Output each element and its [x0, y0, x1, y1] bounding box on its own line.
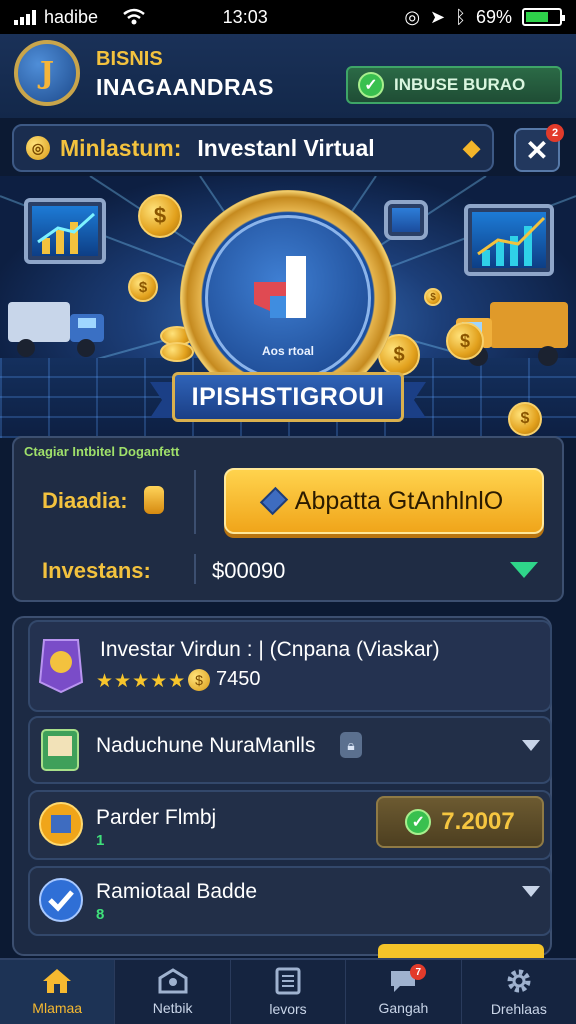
package-icon	[39, 802, 83, 846]
coin-icon: $	[424, 288, 442, 306]
clock: 13:03	[222, 6, 268, 27]
coin-icon: $	[508, 402, 542, 436]
nav-item-settings[interactable]: Drehlaas	[462, 960, 576, 1024]
chart-monitor-right	[464, 204, 554, 276]
nav-item-network[interactable]: Netbik	[115, 960, 231, 1024]
list-item-title: Parder Flmbj	[96, 806, 217, 829]
diamond-icon: ◆	[463, 135, 480, 160]
list-item-title: Naduchune NuraManlls	[96, 734, 316, 757]
nav-item-list[interactable]: levors	[231, 960, 347, 1024]
gem-icon	[259, 486, 288, 516]
nav-label: Netbik	[152, 1000, 193, 1016]
status-right: ◎ ➤ ᛒ 69%	[404, 6, 565, 28]
list-item[interactable]	[28, 620, 552, 712]
check-icon: ✓	[405, 809, 432, 835]
rating-stars: ★★★★★	[96, 671, 187, 692]
small-screen-icon	[384, 200, 428, 240]
network-icon	[158, 968, 188, 994]
chat-badge: 7	[410, 964, 427, 980]
list-item-title: Investar Virdun : | (Cnpana (Viaskar)	[100, 638, 440, 661]
coin-icon: ◎	[26, 136, 50, 160]
battery-percent: 69%	[475, 6, 512, 27]
nav-item-home[interactable]: Mlamaa	[0, 960, 116, 1024]
panel-divider	[194, 470, 196, 534]
close-icon: ✕	[525, 134, 549, 166]
coin-icon: $	[128, 272, 158, 302]
item-price: $ 7450	[188, 668, 261, 691]
title-bar[interactable]: ◎ Minlastum: Investanl Virtual ◆	[12, 124, 494, 172]
shield-icon	[38, 639, 84, 694]
status-pill-label: INBUSE BURAO	[394, 75, 526, 94]
list-icon	[275, 967, 301, 995]
ledger-icon	[41, 729, 79, 771]
claim-value-label: 7.2007	[441, 808, 515, 835]
notification-badge: 2	[546, 124, 564, 142]
chart-icon	[37, 212, 96, 254]
portal-caption: Aos rtoal	[261, 344, 314, 358]
carrier-name: hadibe	[44, 6, 99, 27]
nav-label: Mlamaa	[32, 1000, 83, 1016]
nav-label: levors	[269, 1001, 307, 1017]
item-price-value: 7450	[216, 668, 261, 690]
panel-caption: Ctagiar Intbitel Doganfett	[24, 444, 180, 459]
coin-icon: $	[138, 194, 182, 238]
gear-icon	[507, 969, 531, 993]
brand-emblem-icon	[254, 256, 306, 318]
logo-glyph: J	[39, 55, 55, 91]
nav-label: Gangah	[378, 1000, 429, 1016]
bluetooth-icon: ᛒ	[455, 6, 466, 27]
navigation-icon: ➤	[430, 6, 446, 27]
check-icon: ✓	[358, 72, 384, 98]
claim-value-button[interactable]: ✓ 7.2007	[376, 796, 544, 848]
list-item-sub: 8	[96, 906, 105, 923]
hero-ribbon: IPISHSTIGROUI	[172, 372, 404, 422]
app-header: J BISNIS INAGAANDRAS ✓ INBUSE BURAO	[0, 34, 576, 118]
chart-icon	[477, 216, 546, 266]
list-item-title: Ramiotaal Badde	[96, 880, 258, 903]
page-title: Investanl Virtual	[197, 134, 375, 161]
chevron-down-icon[interactable]	[522, 740, 540, 751]
brand-line-1: BISNIS	[96, 48, 163, 70]
primary-action-label: Abpatta GtAnhlnlO	[294, 486, 504, 515]
lock-icon: 🔒︎	[340, 732, 362, 758]
battery-fill	[525, 12, 549, 22]
bottom-nav: Mlamaa Netbik levors Gangah 7 Drehlaas	[0, 958, 576, 1024]
verified-badge-icon	[39, 878, 83, 922]
investments-amount: $00090	[212, 558, 286, 583]
chevron-down-icon[interactable]	[522, 886, 540, 897]
balance-label: Diaadia:	[42, 488, 128, 513]
nav-item-chat[interactable]: Gangah 7	[346, 960, 462, 1024]
nav-label: Drehlaas	[490, 1001, 547, 1017]
expand-indicator-icon[interactable]	[510, 562, 538, 578]
list-item-sub: 1	[96, 832, 105, 849]
investments-label: Investans:	[42, 558, 151, 583]
home-icon	[43, 969, 72, 993]
panel-divider	[194, 554, 196, 584]
signal-icon	[14, 9, 36, 25]
battery-icon	[521, 8, 565, 26]
location-icon: ◎	[404, 6, 421, 27]
primary-action-button[interactable]: Abpatta GtAnhlnlO	[224, 468, 544, 534]
status-left: hadibe	[14, 7, 146, 28]
coin-icon: $	[188, 668, 210, 691]
status-bar: hadibe 13:03 ◎ ➤ ᛒ 69%	[0, 0, 576, 34]
status-pill-button[interactable]: ✓ INBUSE BURAO	[346, 66, 562, 104]
brand-line-2: INAGAANDRAS	[96, 74, 274, 100]
chart-monitor-left	[24, 198, 106, 264]
wifi-icon	[123, 8, 145, 25]
hero-banner: $ $ $ $ $ $ Aos rtoal IPISHSTIGROUI	[0, 176, 576, 438]
app-logo[interactable]: J	[14, 40, 80, 106]
token-icon	[144, 486, 164, 514]
title-prefix: Minlastum:	[60, 134, 182, 161]
